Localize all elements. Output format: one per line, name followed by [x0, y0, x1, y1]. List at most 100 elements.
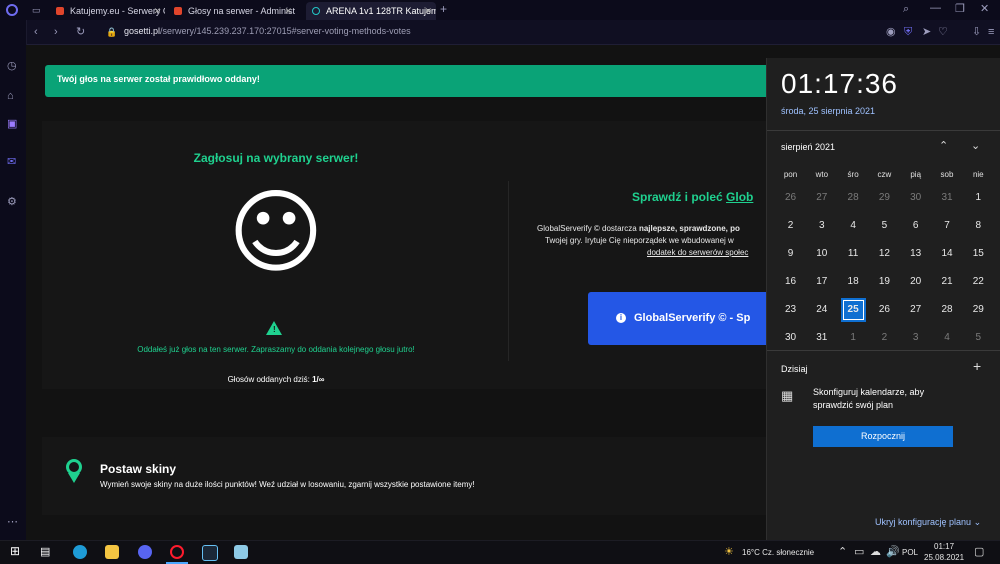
calendar-day[interactable]: 14: [932, 240, 963, 268]
weather-icon[interactable]: ☀: [724, 546, 734, 558]
calendar-day[interactable]: 18: [838, 268, 869, 296]
calendar-day[interactable]: 7: [932, 212, 963, 240]
heart-icon[interactable]: ♡: [938, 26, 948, 38]
notification-icon[interactable]: ▢: [974, 546, 984, 558]
calendar-day[interactable]: 17: [806, 268, 837, 296]
taskbar-date[interactable]: 25.08.2021: [924, 553, 964, 562]
opera-icon[interactable]: [170, 545, 184, 559]
calendar-day[interactable]: 22: [963, 268, 994, 296]
send-icon[interactable]: ➤: [922, 26, 931, 38]
steam-icon[interactable]: [202, 545, 218, 561]
calendar-day[interactable]: 1: [963, 184, 994, 212]
back-icon[interactable]: ‹: [34, 26, 38, 38]
search-icon[interactable]: ⌕: [903, 3, 909, 15]
calendar-day[interactable]: 28: [838, 184, 869, 212]
calendar-day[interactable]: 24: [806, 296, 837, 324]
notepad-icon[interactable]: [234, 545, 248, 559]
calendar-day[interactable]: 6: [900, 212, 931, 240]
calendar-day[interactable]: 10: [806, 240, 837, 268]
discord-icon[interactable]: [138, 545, 152, 559]
calendar-day[interactable]: 3: [900, 324, 931, 352]
minimize-icon[interactable]: —: [930, 2, 941, 14]
calendar-day[interactable]: 1: [838, 324, 869, 352]
calendar-day-today[interactable]: 25: [840, 298, 866, 322]
calendar-day[interactable]: 2: [869, 324, 900, 352]
start-button[interactable]: Rozpocznij: [813, 426, 953, 447]
calendar-day[interactable]: 19: [869, 268, 900, 296]
calendar-day[interactable]: 30: [775, 324, 806, 352]
calendar-day[interactable]: 30: [900, 184, 931, 212]
reload-icon[interactable]: ↻: [76, 26, 85, 38]
calendar-day[interactable]: 5: [963, 324, 994, 352]
calendar-day[interactable]: 28: [932, 296, 963, 324]
settings-icon[interactable]: ⚙: [7, 196, 17, 208]
shield-icon[interactable]: ⛨: [904, 26, 912, 38]
calendar-month[interactable]: sierpień 2021: [781, 142, 835, 152]
calendar-day[interactable]: 27: [806, 184, 837, 212]
language-indicator[interactable]: POL: [902, 548, 918, 557]
close-icon[interactable]: ✕: [284, 2, 292, 20]
twitch-icon[interactable]: ▣: [7, 118, 17, 130]
windows-start-icon[interactable]: ⊞: [10, 545, 20, 557]
calendar-day[interactable]: 12: [869, 240, 900, 268]
calendar-day[interactable]: 31: [932, 184, 963, 212]
taskbar-time[interactable]: 01:17: [934, 542, 954, 551]
tab-arena[interactable]: ARENA 1v1 128TR Katujem ✕: [306, 2, 436, 20]
close-icon[interactable]: ✕: [424, 2, 432, 20]
chevron-up-icon[interactable]: ⌃: [939, 140, 948, 152]
calendar-day[interactable]: 29: [869, 184, 900, 212]
volume-icon[interactable]: 🔊: [886, 546, 900, 558]
calendar-icon: ▦: [781, 388, 794, 403]
calendar-day[interactable]: 23: [775, 296, 806, 324]
opera-logo-icon[interactable]: [6, 4, 18, 16]
calendar-day[interactable]: 16: [775, 268, 806, 296]
messenger-icon[interactable]: ✉: [7, 156, 16, 168]
calendar-day[interactable]: 21: [932, 268, 963, 296]
new-tab-icon[interactable]: +: [440, 3, 447, 15]
speed-dial-icon[interactable]: ◷: [7, 60, 17, 72]
close-window-icon[interactable]: ✕: [980, 3, 989, 15]
calendar-day[interactable]: 15: [963, 240, 994, 268]
calendar-day[interactable]: 11: [838, 240, 869, 268]
file-explorer-icon[interactable]: [105, 545, 119, 559]
calendar-day[interactable]: 8: [963, 212, 994, 240]
calendar-day[interactable]: 9: [775, 240, 806, 268]
globalserverify-button[interactable]: i GlobalServerify © - Sp: [588, 292, 766, 345]
calendar-day[interactable]: 31: [806, 324, 837, 352]
edge-icon[interactable]: [73, 545, 87, 559]
verify-title-link[interactable]: Glob: [726, 190, 753, 204]
maximize-icon[interactable]: ❐: [955, 3, 965, 15]
forward-icon[interactable]: ›: [54, 26, 58, 38]
task-view-icon[interactable]: ▤: [40, 546, 50, 558]
tab-katujemy[interactable]: Katujemy.eu - Serwery CS ✕: [50, 2, 165, 20]
calendar-day[interactable]: 4: [932, 324, 963, 352]
calendar-day[interactable]: 5: [869, 212, 900, 240]
url-field[interactable]: gosetti.pl/serwery/145.239.237.170:27015…: [124, 26, 411, 36]
calendar-day[interactable]: 3: [806, 212, 837, 240]
chevron-down-icon[interactable]: ⌄: [971, 140, 980, 152]
menu-icon[interactable]: ≡: [988, 26, 994, 38]
more-icon[interactable]: ⋯: [7, 516, 18, 528]
tab-glosy[interactable]: Głosy na serwer - Administ ✕: [168, 2, 296, 20]
add-event-icon[interactable]: +: [973, 359, 981, 373]
weather-text[interactable]: 16°C Cz. słonecznie: [742, 548, 814, 557]
chevron-up-icon[interactable]: ⌃: [838, 546, 847, 558]
calendar-day[interactable]: 29: [963, 296, 994, 324]
calendar-day[interactable]: 2: [775, 212, 806, 240]
hide-plan-link[interactable]: Ukryj konfigurację planu ⌄: [875, 517, 981, 528]
close-icon[interactable]: ✕: [153, 2, 161, 20]
calendar-day[interactable]: 20: [900, 268, 931, 296]
calendar-day[interactable]: 13: [900, 240, 931, 268]
calendar-day[interactable]: 27: [900, 296, 931, 324]
cloud-icon[interactable]: ☁: [870, 546, 881, 558]
calendar-day[interactable]: 4: [838, 212, 869, 240]
network-icon[interactable]: ▭: [854, 546, 864, 558]
calendar-day[interactable]: 26: [775, 184, 806, 212]
verify-desc-link[interactable]: dodatek do serwerów społec: [537, 247, 766, 259]
tab-overview-icon[interactable]: ▭: [32, 4, 41, 16]
camera-icon[interactable]: ◉: [886, 26, 896, 38]
clock-date[interactable]: środa, 25 sierpnia 2021: [781, 106, 875, 116]
shopping-icon[interactable]: ⌂: [7, 90, 14, 102]
download-icon[interactable]: ⇩: [972, 26, 981, 38]
calendar-day[interactable]: 26: [869, 296, 900, 324]
